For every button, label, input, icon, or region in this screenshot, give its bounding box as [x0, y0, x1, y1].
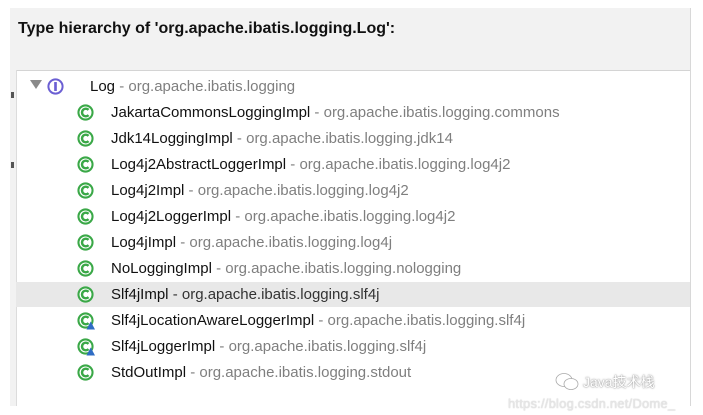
class-name: Log4j2Impl — [111, 182, 185, 199]
class-icon — [77, 130, 94, 147]
tree-item-row[interactable]: JakartaCommonsLoggingImpl - org.apache.i… — [16, 100, 690, 125]
tree-item-label: Slf4jImpl - org.apache.ibatis.logging.sl… — [111, 286, 380, 303]
popup-title: Type hierarchy of 'org.apache.ibatis.log… — [18, 20, 396, 37]
tree-item-label: Log4j2LoggerImpl - org.apache.ibatis.log… — [111, 208, 455, 225]
gutter-mark — [11, 162, 14, 168]
class-icon — [77, 208, 94, 225]
tree-item-label: Log4j2Impl - org.apache.ibatis.logging.l… — [111, 182, 409, 199]
chat-bubble-icon — [555, 373, 579, 390]
tree-item-label: Log - org.apache.ibatis.logging — [90, 78, 295, 95]
tree-item-row[interactable]: Log4j2Impl - org.apache.ibatis.logging.l… — [16, 178, 690, 203]
class-with-marker-icon — [77, 338, 95, 356]
class-icon — [77, 156, 94, 173]
tree-item-label: Slf4jLoggerImpl - org.apache.ibatis.logg… — [111, 338, 426, 355]
popup-header: Type hierarchy of 'org.apache.ibatis.log… — [10, 8, 690, 71]
package-name: - org.apache.ibatis.logging.slf4j — [215, 338, 427, 355]
tree-item-row[interactable]: Log4j2LoggerImpl - org.apache.ibatis.log… — [16, 204, 690, 229]
class-name: Slf4jImpl — [111, 286, 169, 303]
package-name: - org.apache.ibatis.logging.log4j2 — [286, 156, 511, 173]
package-name: - org.apache.ibatis.logging.log4j — [176, 234, 393, 251]
package-name: - org.apache.ibatis.logging.slf4j — [314, 312, 526, 329]
package-name: - org.apache.ibatis.logging — [115, 78, 296, 95]
package-name: - org.apache.ibatis.logging.stdout — [186, 364, 412, 381]
tree-item-label: Slf4jLocationAwareLoggerImpl - org.apach… — [111, 312, 525, 329]
tree-item-label: Jdk14LoggingImpl - org.apache.ibatis.log… — [111, 130, 453, 147]
package-name: - org.apache.ibatis.logging.nologging — [211, 260, 462, 277]
tree-root-row[interactable]: Log - org.apache.ibatis.logging — [16, 74, 690, 99]
tree-item-label: StdOutImpl - org.apache.ibatis.logging.s… — [111, 364, 411, 381]
class-icon — [77, 182, 94, 199]
package-name: - org.apache.ibatis.logging.commons — [310, 104, 560, 121]
tree-item-row[interactable]: Slf4jLocationAwareLoggerImpl - org.apach… — [16, 308, 690, 333]
package-name: - org.apache.ibatis.logging.slf4j — [168, 286, 380, 303]
class-icon — [77, 286, 94, 303]
class-name: Slf4jLoggerImpl — [111, 338, 216, 355]
class-icon — [77, 234, 94, 251]
class-icon — [77, 364, 94, 381]
class-icon — [77, 260, 94, 277]
tree-item-row[interactable]: Slf4jLoggerImpl - org.apache.ibatis.logg… — [16, 334, 690, 359]
package-name: - org.apache.ibatis.logging.log4j2 — [184, 182, 409, 199]
class-name: JakartaCommonsLoggingImpl — [111, 104, 311, 121]
class-name: Slf4jLocationAwareLoggerImpl — [111, 312, 315, 329]
tree-item-row[interactable]: NoLoggingImpl - org.apache.ibatis.loggin… — [16, 256, 690, 281]
watermark-text: Java技术栈 — [583, 374, 655, 390]
watermark: Java技术栈 — [555, 372, 655, 392]
interface-icon — [47, 78, 64, 95]
class-name: Log4jImpl — [111, 234, 177, 251]
class-name: StdOutImpl — [111, 364, 187, 381]
class-with-marker-icon — [77, 312, 95, 330]
tree-item-label: Log4jImpl - org.apache.ibatis.logging.lo… — [111, 234, 392, 251]
url-watermark: https://blog.csdn.net/Dome_ — [508, 396, 676, 411]
tree-item-row[interactable]: Log4jImpl - org.apache.ibatis.logging.lo… — [16, 230, 690, 255]
package-name: - org.apache.ibatis.logging.log4j2 — [231, 208, 456, 225]
tree-item-row[interactable]: Log4j2AbstractLoggerImpl - org.apache.ib… — [16, 152, 690, 177]
class-name: Log — [90, 78, 116, 95]
class-name: Jdk14LoggingImpl — [111, 130, 233, 147]
tree-item-row[interactable]: Jdk14LoggingImpl - org.apache.ibatis.log… — [16, 126, 690, 151]
tree-item-label: Log4j2AbstractLoggerImpl - org.apache.ib… — [111, 156, 510, 173]
tree-item-label: NoLoggingImpl - org.apache.ibatis.loggin… — [111, 260, 461, 277]
gutter-mark — [11, 92, 14, 98]
type-hierarchy-popup: Type hierarchy of 'org.apache.ibatis.log… — [10, 8, 691, 411]
package-name: - org.apache.ibatis.logging.jdk14 — [232, 130, 453, 147]
class-name: NoLoggingImpl — [111, 260, 212, 277]
tree-item-row[interactable]: Slf4jImpl - org.apache.ibatis.logging.sl… — [16, 282, 690, 307]
tree-item-label: JakartaCommonsLoggingImpl - org.apache.i… — [111, 104, 560, 121]
class-name: Log4j2AbstractLoggerImpl — [111, 156, 287, 173]
expand-arrow-icon[interactable] — [30, 80, 42, 89]
class-icon — [77, 104, 94, 121]
class-name: Log4j2LoggerImpl — [111, 208, 232, 225]
